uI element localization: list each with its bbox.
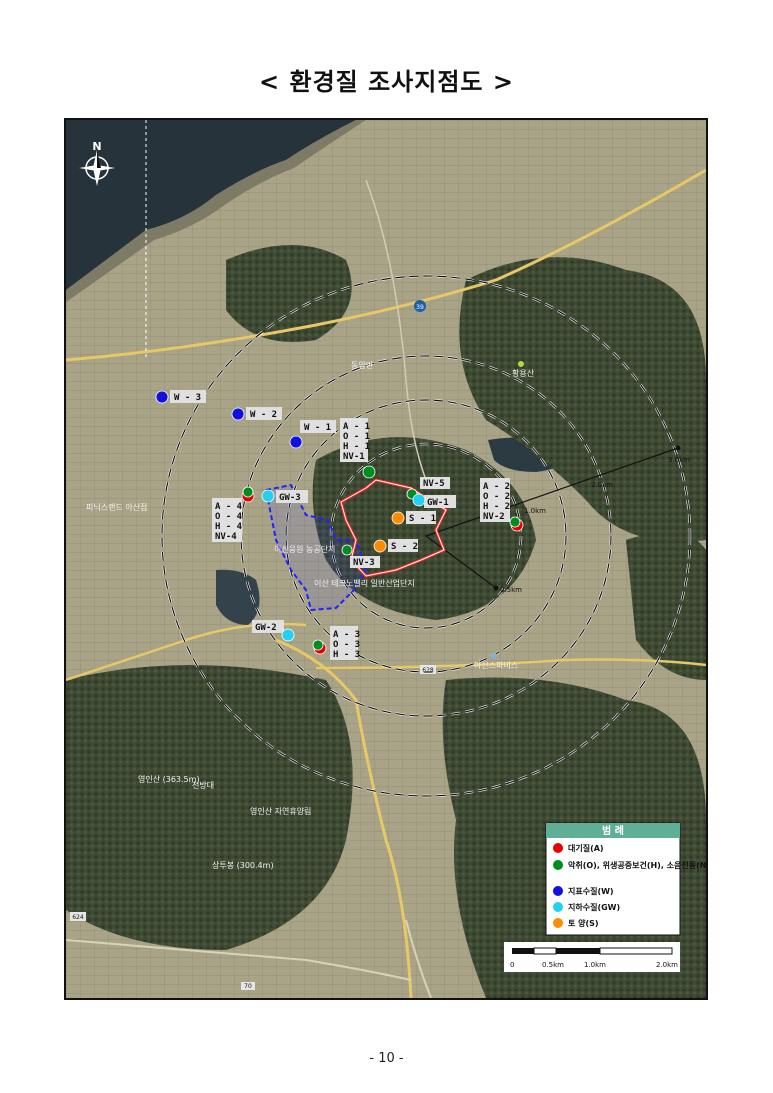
point-o4-label: O - 4 — [215, 512, 243, 522]
point-nv4-label: NV-4 — [215, 532, 237, 542]
legend-air-swatch — [553, 843, 563, 853]
place-recreation: 영인산 자연휴양림 — [250, 806, 311, 816]
point-o2-label: O - 2 — [483, 492, 510, 502]
legend-surface-water-swatch — [553, 886, 563, 896]
legend-groundwater-label: 지하수질(GW) — [568, 902, 620, 912]
legend-air-label: 대기질(A) — [568, 843, 604, 853]
legend-title: 범 례 — [602, 824, 624, 837]
point-nv1-label: NV-1 — [343, 452, 365, 462]
point-nv2-label: NV-2 — [483, 512, 505, 522]
scale-tick-0: 0 — [510, 961, 514, 969]
legend-odor-label: 악취(O), 위생공중보건(H), 소음진동(NV) — [568, 860, 706, 870]
survey-map[interactable]: 39 628 70 624 0.5km 1.0km 2.0km 3.0km 이산… — [64, 118, 708, 1000]
point-w1-label: W - 1 — [304, 423, 331, 433]
place-sanggyu: 상투봉 (300.4m) — [212, 860, 274, 870]
point-s1-marker[interactable] — [391, 511, 405, 525]
point-a4-label: A - 4 — [215, 502, 243, 512]
page-title: < 환경질 조사지점도 > — [259, 68, 514, 96]
point-a3-label: A - 3 — [333, 630, 360, 640]
point-a2-label: A - 2 — [483, 482, 510, 492]
point-w2-marker[interactable] — [231, 407, 245, 421]
point-a1-marker[interactable] — [362, 465, 376, 479]
place-phoenix: 피닉스랜드 아산점 — [86, 502, 147, 512]
point-gw2-marker[interactable] — [281, 628, 295, 642]
scale-bar: 0 0.5km 1.0km 2.0km — [504, 942, 680, 972]
point-w1-marker[interactable] — [289, 435, 303, 449]
point-a4-marker[interactable] — [242, 486, 254, 498]
map-canvas: 39 628 70 624 0.5km 1.0km 2.0km 3.0km 이산… — [66, 120, 706, 998]
place-industrial-park: 이산웅원 농공단지 — [274, 544, 335, 554]
point-w3-marker[interactable] — [155, 390, 169, 404]
legend-soil-swatch — [553, 918, 563, 928]
point-s2-label: S - 2 — [391, 542, 418, 552]
point-w2-label: W - 2 — [250, 410, 277, 420]
legend-surface-water-label: 지표수질(W) — [568, 886, 614, 896]
point-a3-marker[interactable] — [312, 639, 324, 651]
place-dongam: 동암면 — [351, 360, 373, 370]
place-cheonbang: 천방대 — [192, 780, 214, 790]
point-s2-marker[interactable] — [373, 539, 387, 553]
ring-label-1-0km: 1.0km — [524, 507, 546, 515]
point-o1-label: O - 1 — [343, 432, 370, 442]
point-gw1-marker[interactable] — [412, 493, 426, 507]
point-a2-marker[interactable] — [509, 516, 521, 528]
scale-tick-1-0: 1.0km — [584, 961, 606, 969]
ring-label-3-0km: 3.0km — [668, 456, 690, 464]
point-nv3-marker[interactable] — [341, 544, 353, 556]
scale-tick-0-5: 0.5km — [542, 961, 564, 969]
point-gw3-label: GW-3 — [279, 493, 301, 503]
ring-label-2-0km: 2.0km — [591, 481, 613, 489]
place-yeongin: 영인산 (363.5m) — [138, 774, 200, 784]
legend-odor-swatch — [553, 860, 563, 870]
point-nv5-label: NV-5 — [423, 479, 445, 489]
ring-label-0-5km: 0.5km — [500, 586, 522, 594]
point-gw1-label: GW-1 — [427, 498, 449, 508]
road-624-label: 624 — [72, 914, 84, 921]
industrial-zone-label: 이산 테크노밸리 일반산업단지 — [314, 578, 415, 588]
legend-groundwater-swatch — [553, 902, 563, 912]
scale-tick-2-0: 2.0km — [656, 961, 678, 969]
place-spavis: 아산스파비스 — [474, 660, 518, 670]
point-nv3-label: NV-3 — [353, 558, 375, 568]
point-o3-label: O - 3 — [333, 640, 360, 650]
place-hwangyong: 황용산 — [512, 368, 535, 378]
road-70-label: 70 — [244, 983, 252, 990]
point-gw2-label: GW-2 — [255, 623, 277, 633]
point-h3-label: H - 3 — [333, 650, 360, 660]
point-h4-label: H - 4 — [215, 522, 243, 532]
legend-soil-label: 토 양(S) — [568, 918, 599, 928]
road-39-label: 39 — [416, 304, 424, 311]
point-a1-label: A - 1 — [343, 422, 370, 432]
page-number: - 10 - — [369, 1051, 404, 1066]
point-w3-label: W - 3 — [174, 393, 201, 403]
point-gw3-marker[interactable] — [261, 489, 275, 503]
point-s1-label: S - 1 — [409, 514, 436, 524]
point-h1-label: H - 1 — [343, 442, 370, 452]
point-h2-label: H - 2 — [483, 502, 510, 512]
